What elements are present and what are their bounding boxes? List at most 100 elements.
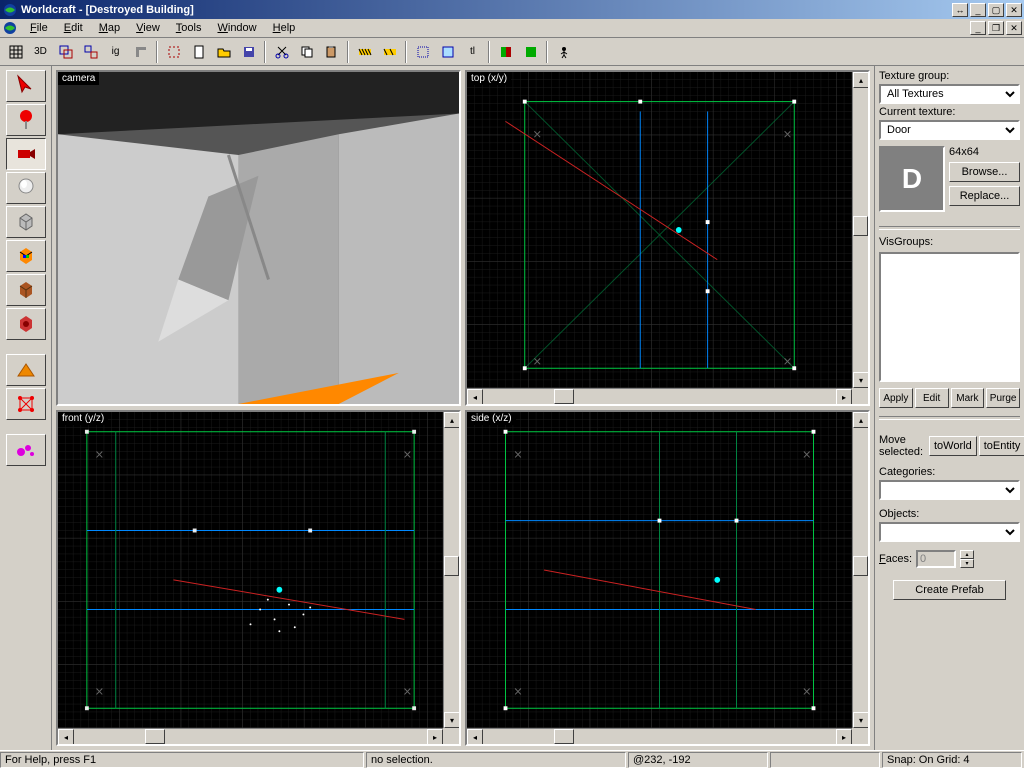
minimize-button[interactable]: _: [970, 3, 986, 17]
replace-button[interactable]: Replace...: [949, 186, 1020, 206]
current-texture-label: Current texture:: [879, 106, 1020, 118]
mdi-close-button[interactable]: ✕: [1006, 21, 1022, 35]
toentity-button[interactable]: toEntity: [979, 436, 1024, 456]
mdi-doc-icon[interactable]: [2, 20, 18, 36]
clipping-tool[interactable]: [6, 308, 46, 340]
tb-cordon2-icon[interactable]: [378, 41, 401, 63]
browse-button[interactable]: Browse...: [949, 162, 1020, 182]
tb-cut-icon[interactable]: [270, 41, 293, 63]
scrollbar-v[interactable]: ▴▾: [443, 412, 459, 728]
path-tool[interactable]: [6, 388, 46, 420]
visgroups-list[interactable]: [879, 252, 1020, 382]
viewport-side-label: side (x/z): [467, 412, 516, 425]
arrows-button[interactable]: ↔: [952, 3, 968, 17]
move-selected-label: Move selected:: [879, 434, 927, 458]
menu-bar: File Edit Map View Tools Window Help _ ❐…: [0, 19, 1024, 38]
viewport-camera-label: camera: [58, 72, 99, 85]
texture-preview: D: [879, 146, 945, 212]
mdi-restore-button[interactable]: ❐: [988, 21, 1004, 35]
tb-selmode1-icon[interactable]: [411, 41, 434, 63]
tb-ig-icon[interactable]: ig: [104, 41, 127, 63]
status-help: For Help, press F1: [0, 752, 364, 768]
vertex-tool[interactable]: [6, 354, 46, 386]
app-icon: [2, 2, 18, 18]
scrollbar-v[interactable]: ▴▾: [852, 72, 868, 388]
tb-save-icon[interactable]: [237, 41, 260, 63]
texture-size-label: 64x64: [949, 146, 1020, 158]
status-zoom: [770, 752, 880, 768]
status-coords: @232, -192: [628, 752, 768, 768]
viewport-front-label: front (y/z): [58, 412, 108, 425]
menu-tools[interactable]: Tools: [168, 20, 210, 36]
viewports-container: camera top (x/y): [52, 66, 874, 750]
window-title: Worldcraft - [Destroyed Building]: [21, 4, 952, 16]
maximize-button[interactable]: ▢: [988, 3, 1004, 17]
edit-button[interactable]: Edit: [915, 388, 949, 408]
apply-button[interactable]: Apply: [879, 388, 913, 408]
menu-window[interactable]: Window: [209, 20, 264, 36]
close-button[interactable]: ✕: [1006, 3, 1022, 17]
viewport-camera[interactable]: camera: [56, 70, 461, 406]
tb-run-icon[interactable]: [552, 41, 575, 63]
status-snap: Snap: On Grid: 4: [882, 752, 1022, 768]
categories-label: Categories:: [879, 466, 1020, 478]
viewport-side[interactable]: side (x/z): [465, 410, 870, 746]
tb-texalign-icon[interactable]: [519, 41, 542, 63]
tb-ungroup-icon[interactable]: [79, 41, 102, 63]
magnify-tool[interactable]: [6, 104, 46, 136]
create-prefab-button[interactable]: Create Prefab: [893, 580, 1006, 600]
texture-group-select[interactable]: All Textures: [879, 84, 1020, 104]
scrollbar-h[interactable]: ◂▸: [58, 728, 443, 744]
viewport-front[interactable]: front (y/z): [56, 410, 461, 746]
tb-open-icon[interactable]: [212, 41, 235, 63]
scrollbar-v[interactable]: ▴▾: [852, 412, 868, 728]
viewport-top[interactable]: top (x/y): [465, 70, 870, 406]
tb-hollow-icon[interactable]: [162, 41, 185, 63]
right-panel: Texture group: All Textures Current text…: [874, 66, 1024, 750]
status-bar: For Help, press F1 no selection. @232, -…: [0, 750, 1024, 768]
main-toolbar: 3D ig tl: [0, 38, 1024, 66]
viewport-top-label: top (x/y): [467, 72, 511, 85]
camera-tool[interactable]: [6, 138, 46, 170]
faces-label: Faces:: [879, 553, 912, 565]
morph-tool[interactable]: [6, 434, 46, 466]
faces-down[interactable]: ▾: [960, 559, 974, 568]
mdi-minimize-button[interactable]: _: [970, 21, 986, 35]
tool-palette: [0, 66, 52, 750]
tb-texlock-icon[interactable]: [494, 41, 517, 63]
tb-group-icon[interactable]: [54, 41, 77, 63]
tb-copy-icon[interactable]: [295, 41, 318, 63]
faces-up[interactable]: ▴: [960, 550, 974, 559]
scrollbar-h[interactable]: ◂▸: [467, 728, 852, 744]
tb-grid-icon[interactable]: [4, 41, 27, 63]
toworld-button[interactable]: toWorld: [929, 436, 977, 456]
objects-label: Objects:: [879, 508, 1020, 520]
menu-edit[interactable]: Edit: [56, 20, 91, 36]
visgroups-label: VisGroups:: [879, 236, 1020, 248]
menu-view[interactable]: View: [128, 20, 168, 36]
scrollbar-h[interactable]: ◂▸: [467, 388, 852, 404]
menu-help[interactable]: Help: [265, 20, 304, 36]
apply-decal-tool[interactable]: [6, 274, 46, 306]
tb-carve-icon[interactable]: [129, 41, 152, 63]
menu-map[interactable]: Map: [91, 20, 128, 36]
selection-tool[interactable]: [6, 70, 46, 102]
window-titlebar: Worldcraft - [Destroyed Building] ↔ _ ▢ …: [0, 0, 1024, 19]
tb-paste-icon[interactable]: [320, 41, 343, 63]
mark-button[interactable]: Mark: [951, 388, 985, 408]
current-texture-select[interactable]: Door: [879, 120, 1020, 140]
tb-tl-icon[interactable]: tl: [461, 41, 484, 63]
tb-cordon-icon[interactable]: [353, 41, 376, 63]
faces-input[interactable]: [916, 550, 956, 568]
categories-select[interactable]: [879, 480, 1020, 500]
status-selection: no selection.: [366, 752, 626, 768]
entity-tool[interactable]: [6, 172, 46, 204]
tb-selmode2-icon[interactable]: [436, 41, 459, 63]
texture-app-tool[interactable]: [6, 240, 46, 272]
objects-select[interactable]: [879, 522, 1020, 542]
tb-new-icon[interactable]: [187, 41, 210, 63]
tb-3d-icon[interactable]: 3D: [29, 41, 52, 63]
purge-button[interactable]: Purge: [986, 388, 1020, 408]
menu-file[interactable]: File: [22, 20, 56, 36]
block-tool[interactable]: [6, 206, 46, 238]
